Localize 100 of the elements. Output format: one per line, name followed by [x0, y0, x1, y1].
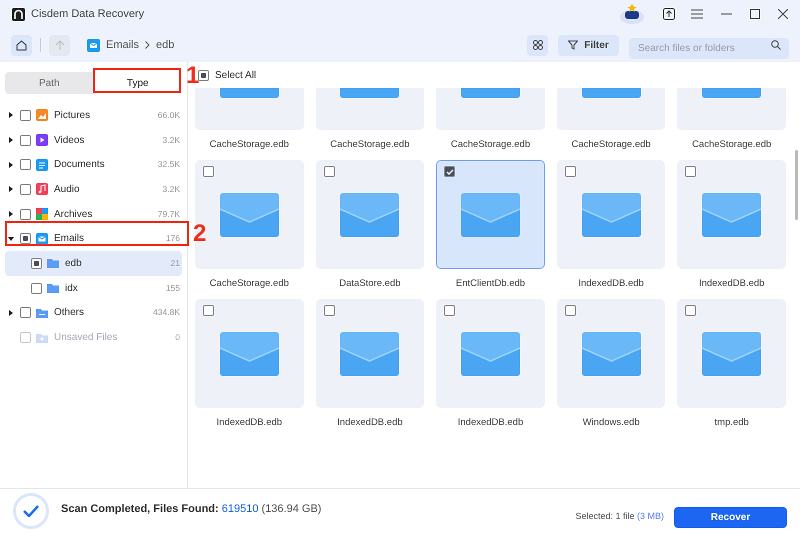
file-card[interactable]: [556, 160, 666, 269]
mascot-icon: [617, 2, 647, 26]
checkbox[interactable]: [20, 134, 31, 146]
grid-icon: [532, 40, 542, 50]
file-name: CacheStorage.edb: [210, 276, 289, 291]
file-name: IndexedDB.edb: [337, 416, 403, 430]
expand-caret-icon[interactable]: [7, 186, 15, 192]
tree-item-label: Pictures: [54, 108, 90, 123]
checkbox[interactable]: [564, 166, 576, 177]
tree-item-label: Documents: [54, 158, 105, 172]
envelope-icon: [87, 38, 100, 52]
menu-icon[interactable]: [691, 9, 703, 19]
file-name: DataStore.edb: [339, 276, 401, 291]
checkbox[interactable]: [685, 166, 696, 177]
file-name: IndexedDB.edb: [698, 276, 764, 291]
file-name: EntClientDb.edb: [456, 276, 526, 291]
file-card[interactable]: [677, 160, 786, 269]
checkbox[interactable]: [444, 305, 456, 316]
envelope-icon: [702, 332, 762, 376]
file-card[interactable]: [556, 299, 666, 408]
expand-caret-icon[interactable]: [7, 162, 15, 168]
item-count: 0: [175, 331, 180, 344]
checkbox[interactable]: [20, 233, 31, 244]
filter-button[interactable]: Filter: [558, 34, 619, 56]
checkbox[interactable]: [203, 305, 214, 316]
search-field[interactable]: Search files or folders: [629, 38, 789, 58]
file-name: CacheStorage.edb: [692, 138, 772, 152]
file-card[interactable]: [195, 299, 304, 408]
scrollbar-thumb[interactable]: [795, 150, 798, 220]
expand-caret-icon[interactable]: [7, 310, 15, 316]
folder-icon: [36, 306, 48, 319]
envelope-icon: [460, 332, 520, 376]
file-name: Windows.edb: [582, 416, 640, 430]
search-icon[interactable]: [771, 40, 781, 50]
tab[interactable]: Path: [5, 72, 94, 94]
upload-icon[interactable]: [663, 8, 675, 20]
file-card[interactable]: [195, 160, 304, 269]
scan-status-text: Scan Completed, Files Found: 619510 (136.94 GB): [61, 502, 322, 517]
minimize-icon[interactable]: [721, 13, 732, 15]
tree-item-label: Unsaved Files: [54, 331, 118, 346]
file-card[interactable]: [677, 299, 786, 408]
tree-item[interactable]: Pictures 66.0K: [5, 103, 182, 128]
breadcrumb-item[interactable]: edb: [156, 36, 174, 54]
grid-view-button[interactable]: [527, 34, 548, 56]
folder-icon: [47, 282, 59, 294]
step-number: 1: [186, 64, 200, 88]
close-icon[interactable]: [778, 9, 788, 19]
checkbox[interactable]: [324, 305, 335, 316]
tree-item[interactable]: Others 434.8K: [5, 300, 182, 326]
checkbox[interactable]: [203, 166, 214, 177]
envelope-icon: [582, 192, 641, 236]
tree-item[interactable]: idx 155: [5, 276, 182, 300]
home-button[interactable]: [11, 34, 32, 56]
checkbox[interactable]: [20, 159, 31, 170]
file-card[interactable]: [436, 299, 545, 408]
checkbox[interactable]: [444, 166, 456, 177]
recover-button[interactable]: Recover: [674, 506, 787, 528]
app-logo-icon: [12, 8, 25, 20]
item-count: 32.5K: [158, 158, 180, 172]
tree-item[interactable]: Videos 3.2K: [5, 128, 182, 152]
tree-item-label: Others: [54, 306, 84, 320]
tree-item[interactable]: edb 21: [5, 251, 182, 276]
tree-item-label: Videos: [54, 134, 84, 148]
file-name: tmp.edb: [714, 416, 749, 430]
collapse-caret-icon[interactable]: [7, 236, 15, 241]
checkmark-icon: [23, 505, 39, 517]
music-icon: [36, 183, 48, 196]
up-arrow-icon: [54, 40, 64, 50]
expand-caret-icon[interactable]: [7, 211, 15, 218]
checkbox[interactable]: [20, 307, 31, 318]
maximize-icon[interactable]: [750, 9, 760, 19]
tree-item[interactable]: Documents 32.5K: [5, 152, 182, 178]
window-title: Cisdem Data Recovery: [31, 6, 144, 22]
checkbox[interactable]: [324, 166, 335, 177]
checkbox[interactable]: [31, 282, 42, 294]
tree-item-label: edb: [65, 256, 82, 271]
tree-item-label: Archives: [54, 208, 92, 222]
checkbox[interactable]: [564, 305, 576, 316]
select-all-label: Select All: [215, 68, 256, 82]
item-count: 155: [166, 282, 180, 295]
checkbox[interactable]: [685, 305, 696, 316]
expand-caret-icon[interactable]: [7, 137, 15, 144]
separator-icon: [145, 41, 150, 49]
checkbox[interactable]: [20, 110, 31, 121]
select-all-checkbox[interactable]: [198, 70, 209, 80]
checkbox[interactable]: [20, 208, 31, 220]
breadcrumb-item[interactable]: Emails: [106, 36, 140, 54]
envelope-icon: [220, 192, 279, 236]
picture-icon: [36, 109, 48, 122]
expand-caret-icon[interactable]: [7, 112, 15, 118]
tree-item[interactable]: Audio 3.2K: [5, 177, 182, 202]
file-card[interactable]: [316, 160, 424, 269]
envelope-icon: [220, 332, 279, 376]
file-name: IndexedDB.edb: [216, 416, 282, 430]
file-card[interactable]: [316, 299, 424, 408]
file-name: CacheStorage.edb: [571, 138, 651, 152]
file-name: IndexedDB.edb: [578, 276, 644, 291]
tree-item[interactable]: Archives 79.7K: [5, 202, 182, 226]
checkbox[interactable]: [20, 184, 31, 195]
checkbox[interactable]: [31, 258, 42, 269]
